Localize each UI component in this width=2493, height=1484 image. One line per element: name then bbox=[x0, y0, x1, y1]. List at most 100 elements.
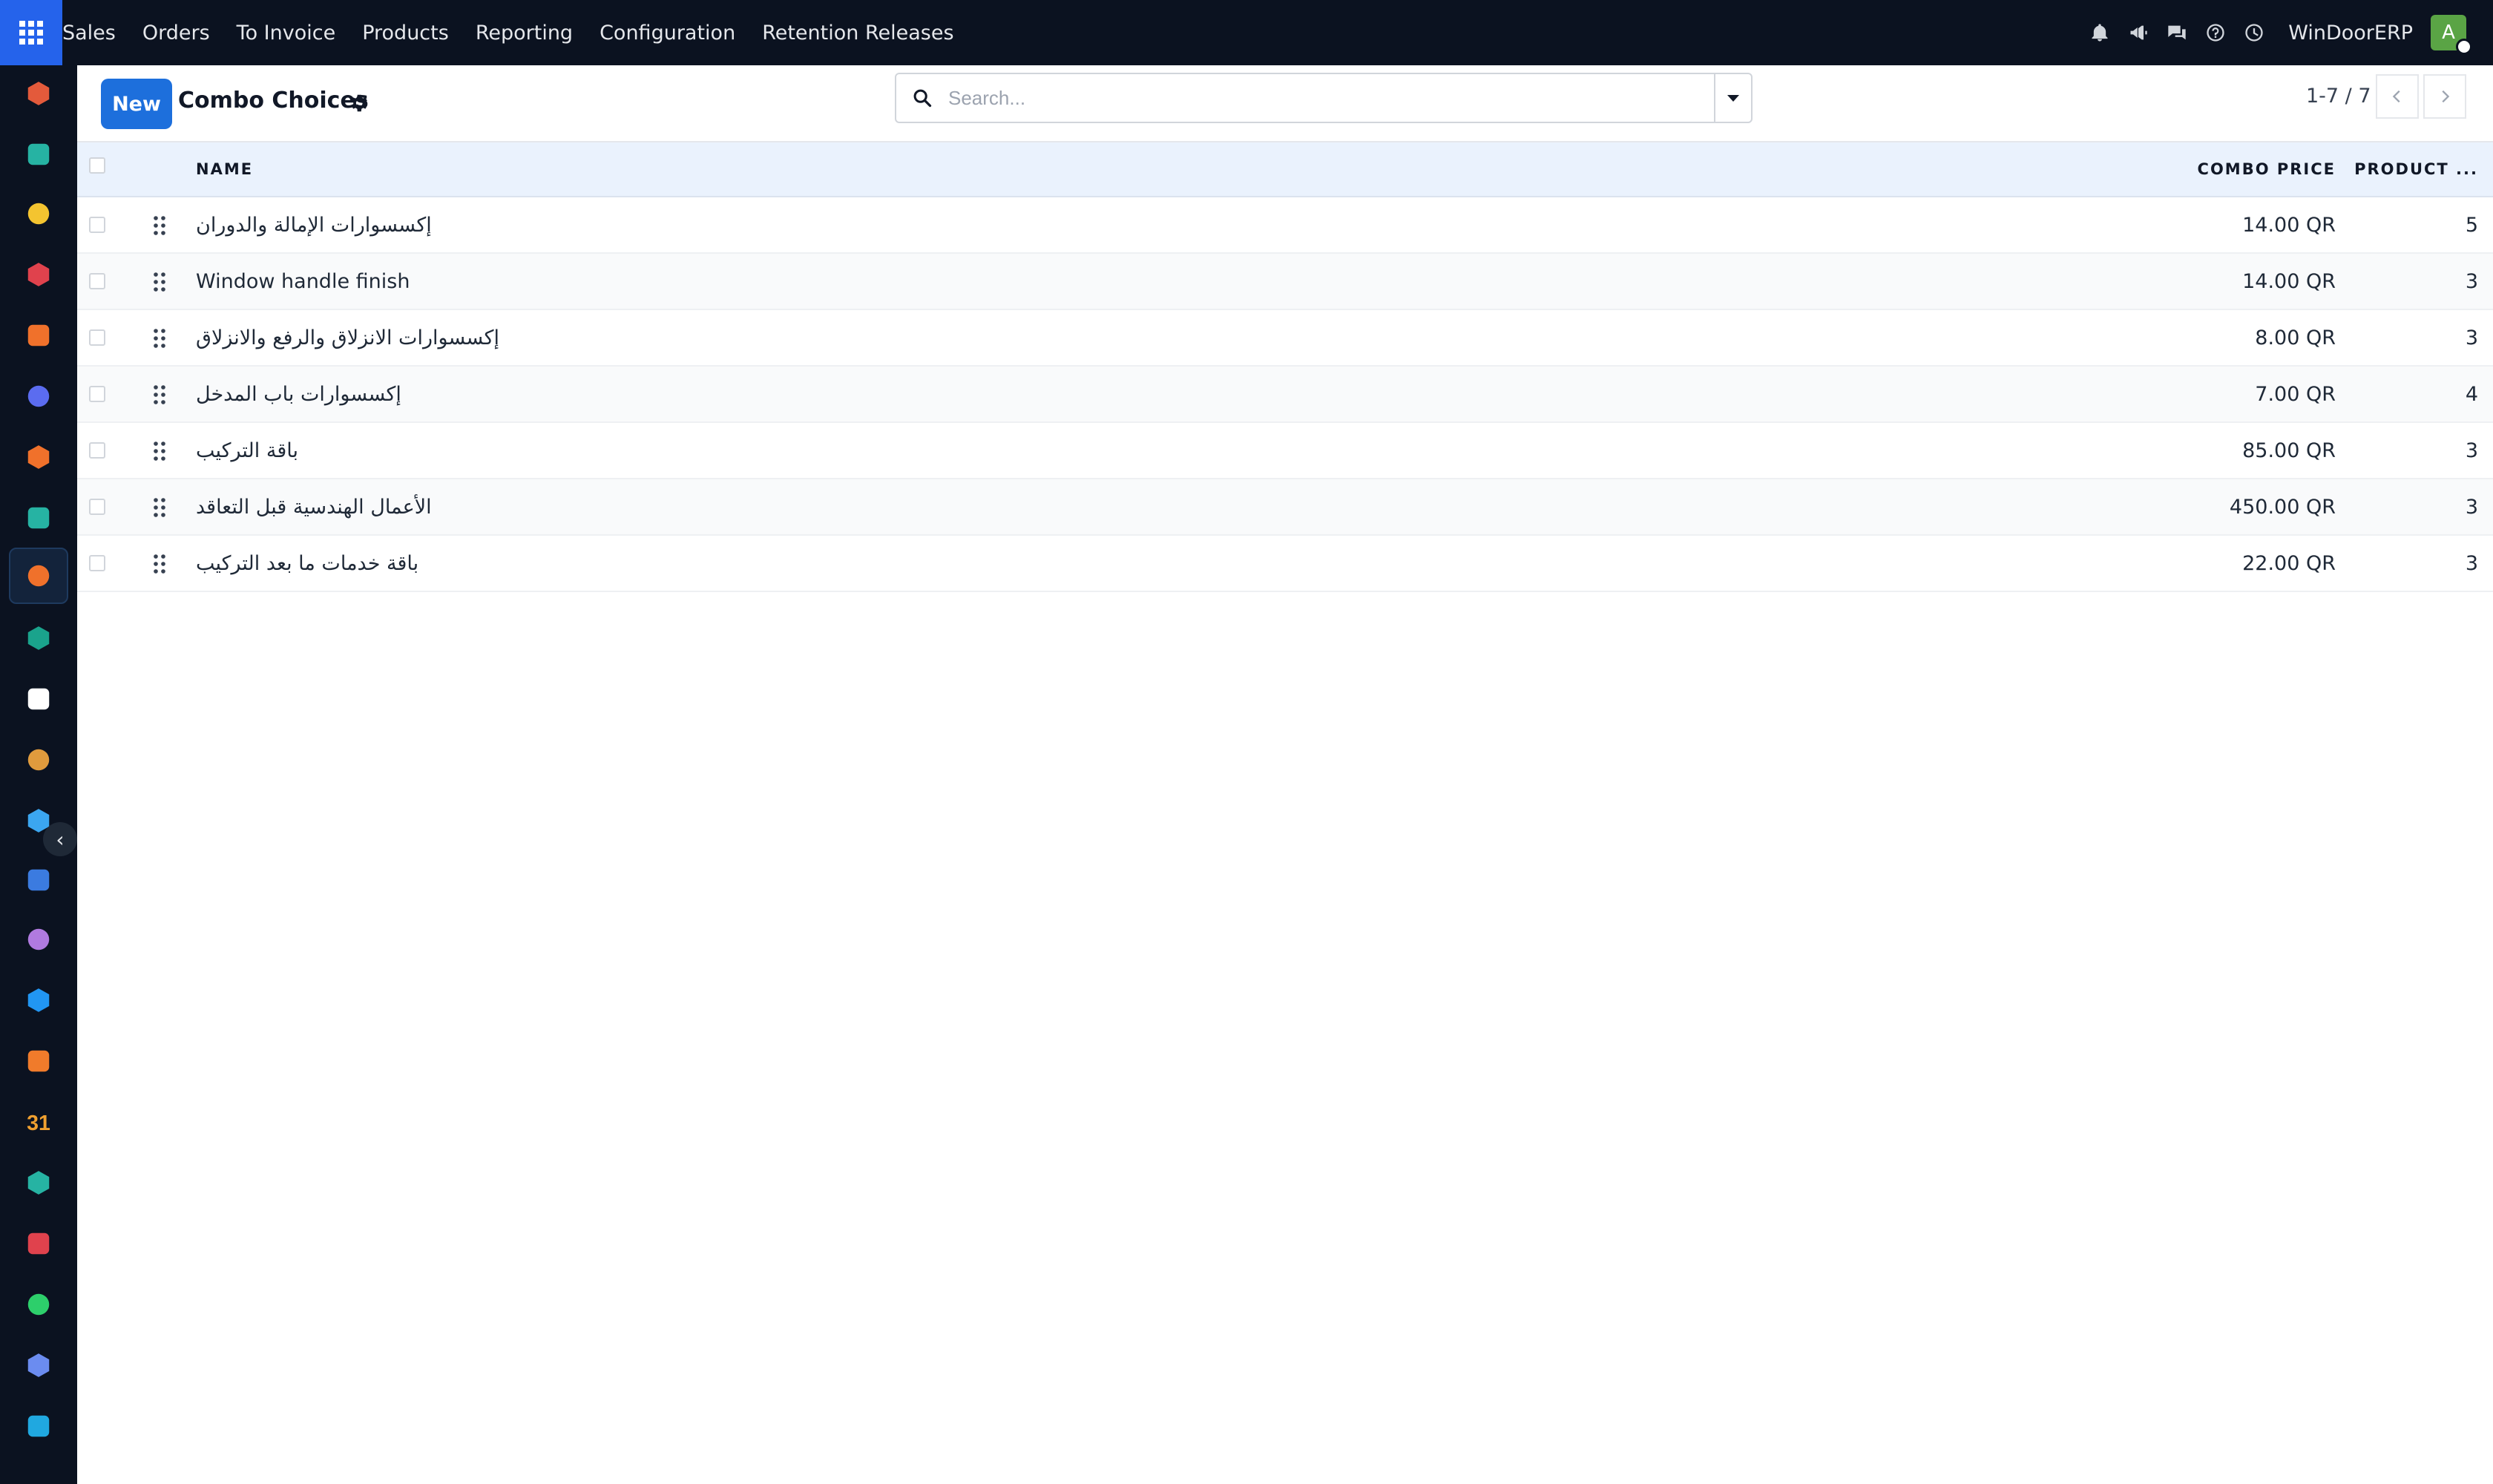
cell-name: إكسسوارات الانزلاق والرفع والانزلاق bbox=[196, 326, 499, 349]
menu-item-products[interactable]: Products bbox=[349, 0, 462, 65]
dashboard-icon bbox=[24, 1229, 53, 1258]
chevron-check-icon bbox=[24, 139, 53, 169]
sidebar-app-8[interactable] bbox=[9, 548, 68, 604]
table-row[interactable]: إكسسوارات الانزلاق والرفع والانزلاق 8.00 … bbox=[77, 310, 2493, 367]
sidebar-app-17[interactable]: 31 bbox=[9, 1094, 68, 1150]
sidebar-app-2[interactable] bbox=[9, 186, 68, 242]
table-row[interactable]: Window handle finish 14.00 QR 3 bbox=[77, 254, 2493, 310]
table-row[interactable]: باقة التركيب 85.00 QR 3 bbox=[77, 423, 2493, 479]
menu-item-reporting[interactable]: Reporting bbox=[462, 0, 586, 65]
chat-bubble-icon bbox=[24, 442, 53, 472]
table-row[interactable]: باقة خدمات ما بعد التركيب 22.00 QR 3 bbox=[77, 536, 2493, 592]
app-switcher-button[interactable] bbox=[0, 0, 62, 65]
list-table: NAME COMBO PRICE PRODUCT ... إكسسوارات ا… bbox=[77, 142, 2493, 592]
sidebar-app-21[interactable] bbox=[9, 1337, 68, 1393]
cell-product-count: 3 bbox=[2465, 439, 2478, 462]
collapse-sidebar-button[interactable]: ‹ bbox=[43, 822, 77, 856]
column-header-product-count[interactable]: PRODUCT ... bbox=[2354, 160, 2478, 178]
page-title: Combo Choices bbox=[178, 88, 369, 114]
column-header-name[interactable]: NAME bbox=[196, 160, 253, 178]
new-button[interactable]: New bbox=[101, 79, 172, 129]
cell-name: باقة خدمات ما بعد التركيب bbox=[196, 552, 419, 575]
pager-previous-button[interactable] bbox=[2376, 74, 2419, 119]
menu-item-sales[interactable]: Sales bbox=[62, 0, 129, 65]
sidebar-app-18[interactable] bbox=[9, 1155, 68, 1211]
help-icon[interactable] bbox=[2198, 15, 2233, 50]
sidebar-app-4[interactable] bbox=[9, 307, 68, 364]
drag-handle-icon[interactable] bbox=[153, 497, 166, 518]
sidebar-app-14[interactable] bbox=[9, 911, 68, 968]
clock-icon[interactable] bbox=[2236, 15, 2272, 50]
megaphone-icon[interactable] bbox=[2121, 15, 2156, 50]
table-row[interactable]: إكسسوارات الإمالة والدوران 14.00 QR 5 bbox=[77, 197, 2493, 254]
cell-product-count: 5 bbox=[2465, 214, 2478, 237]
search-options-toggle[interactable] bbox=[1714, 74, 1751, 122]
search-input[interactable] bbox=[948, 76, 1714, 120]
svg-text:31: 31 bbox=[27, 1112, 50, 1135]
cell-combo-price: 450.00 QR bbox=[2229, 496, 2336, 519]
table-row[interactable]: الأعمال الهندسية قبل التعاقد 450.00 QR 3 bbox=[77, 479, 2493, 536]
row-checkbox[interactable] bbox=[89, 329, 105, 346]
row-checkbox[interactable] bbox=[89, 217, 105, 233]
whatsapp-icon bbox=[24, 1290, 53, 1319]
sidebar-app-11[interactable] bbox=[9, 732, 68, 788]
table-row[interactable]: إكسسوارات باب المدخل 7.00 QR 4 bbox=[77, 367, 2493, 423]
bell-icon[interactable] bbox=[2082, 15, 2118, 50]
status-dot bbox=[2456, 39, 2472, 55]
row-checkbox[interactable] bbox=[89, 499, 105, 515]
column-header-combo-price[interactable]: COMBO PRICE bbox=[2198, 160, 2336, 178]
drag-handle-icon[interactable] bbox=[153, 441, 166, 462]
drag-handle-icon[interactable] bbox=[153, 384, 166, 405]
mail-m-icon bbox=[24, 381, 53, 411]
drag-handle-icon[interactable] bbox=[153, 272, 166, 292]
drag-handle-icon[interactable] bbox=[153, 328, 166, 349]
select-all-checkbox[interactable] bbox=[89, 157, 105, 174]
sidebar-app-10[interactable] bbox=[9, 671, 68, 727]
invoice-dollar-icon bbox=[24, 985, 53, 1015]
menu-item-configuration[interactable]: Configuration bbox=[586, 0, 749, 65]
control-panel: New Combo Choices 1-7 / 7 bbox=[77, 65, 2493, 142]
sidebar-app-1[interactable] bbox=[9, 126, 68, 183]
drag-handle-icon[interactable] bbox=[153, 554, 166, 574]
sidebar-app-20[interactable] bbox=[9, 1276, 68, 1333]
menu-item-to-invoice[interactable]: To Invoice bbox=[223, 0, 349, 65]
sidebar-app-22[interactable] bbox=[9, 1398, 68, 1454]
row-checkbox[interactable] bbox=[89, 273, 105, 289]
team-icon bbox=[24, 1046, 53, 1076]
pager-next-button[interactable] bbox=[2423, 74, 2466, 119]
cell-combo-price: 7.00 QR bbox=[2255, 383, 2336, 406]
sidebar-app-9[interactable] bbox=[9, 610, 68, 666]
sidebar-app-15[interactable] bbox=[9, 972, 68, 1028]
sidebar-app-13[interactable] bbox=[9, 852, 68, 908]
row-checkbox[interactable] bbox=[89, 386, 105, 402]
table-header: NAME COMBO PRICE PRODUCT ... bbox=[77, 142, 2493, 197]
main-menu: Sales Orders To Invoice Products Reporti… bbox=[62, 0, 968, 65]
user-avatar[interactable]: A bbox=[2431, 15, 2472, 55]
contacts-icon bbox=[24, 623, 53, 653]
cell-combo-price: 14.00 QR bbox=[2242, 270, 2336, 293]
sidebar-app-5[interactable] bbox=[9, 368, 68, 424]
grid-icon bbox=[19, 21, 43, 45]
sidebar-app-6[interactable] bbox=[9, 429, 68, 485]
cell-product-count: 3 bbox=[2465, 326, 2478, 349]
row-checkbox[interactable] bbox=[89, 555, 105, 571]
menu-item-orders[interactable]: Orders bbox=[129, 0, 223, 65]
drag-handle-icon[interactable] bbox=[153, 215, 166, 236]
systray: WinDoorERP A bbox=[2079, 0, 2493, 65]
chat-icon[interactable] bbox=[2159, 15, 2195, 50]
menu-item-retention-releases[interactable]: Retention Releases bbox=[749, 0, 967, 65]
sidebar-app-19[interactable] bbox=[9, 1215, 68, 1272]
company-switcher[interactable]: WinDoorERP bbox=[2288, 22, 2413, 45]
row-checkbox[interactable] bbox=[89, 442, 105, 459]
gear-icon[interactable] bbox=[347, 92, 369, 114]
sidebar-app-16[interactable] bbox=[9, 1033, 68, 1089]
sidebar-app-3[interactable] bbox=[9, 246, 68, 303]
calendar-31-icon: 31 bbox=[24, 1107, 53, 1137]
sidebar-app-0[interactable] bbox=[9, 65, 68, 122]
sidebar-app-7[interactable] bbox=[9, 490, 68, 546]
chevron-left-icon bbox=[2392, 90, 2400, 103]
chevron-check-icon bbox=[24, 503, 53, 533]
cell-name: باقة التركيب bbox=[196, 439, 298, 462]
pen-icon bbox=[24, 1168, 53, 1198]
pager-value[interactable]: 1-7 / 7 bbox=[2306, 85, 2371, 108]
